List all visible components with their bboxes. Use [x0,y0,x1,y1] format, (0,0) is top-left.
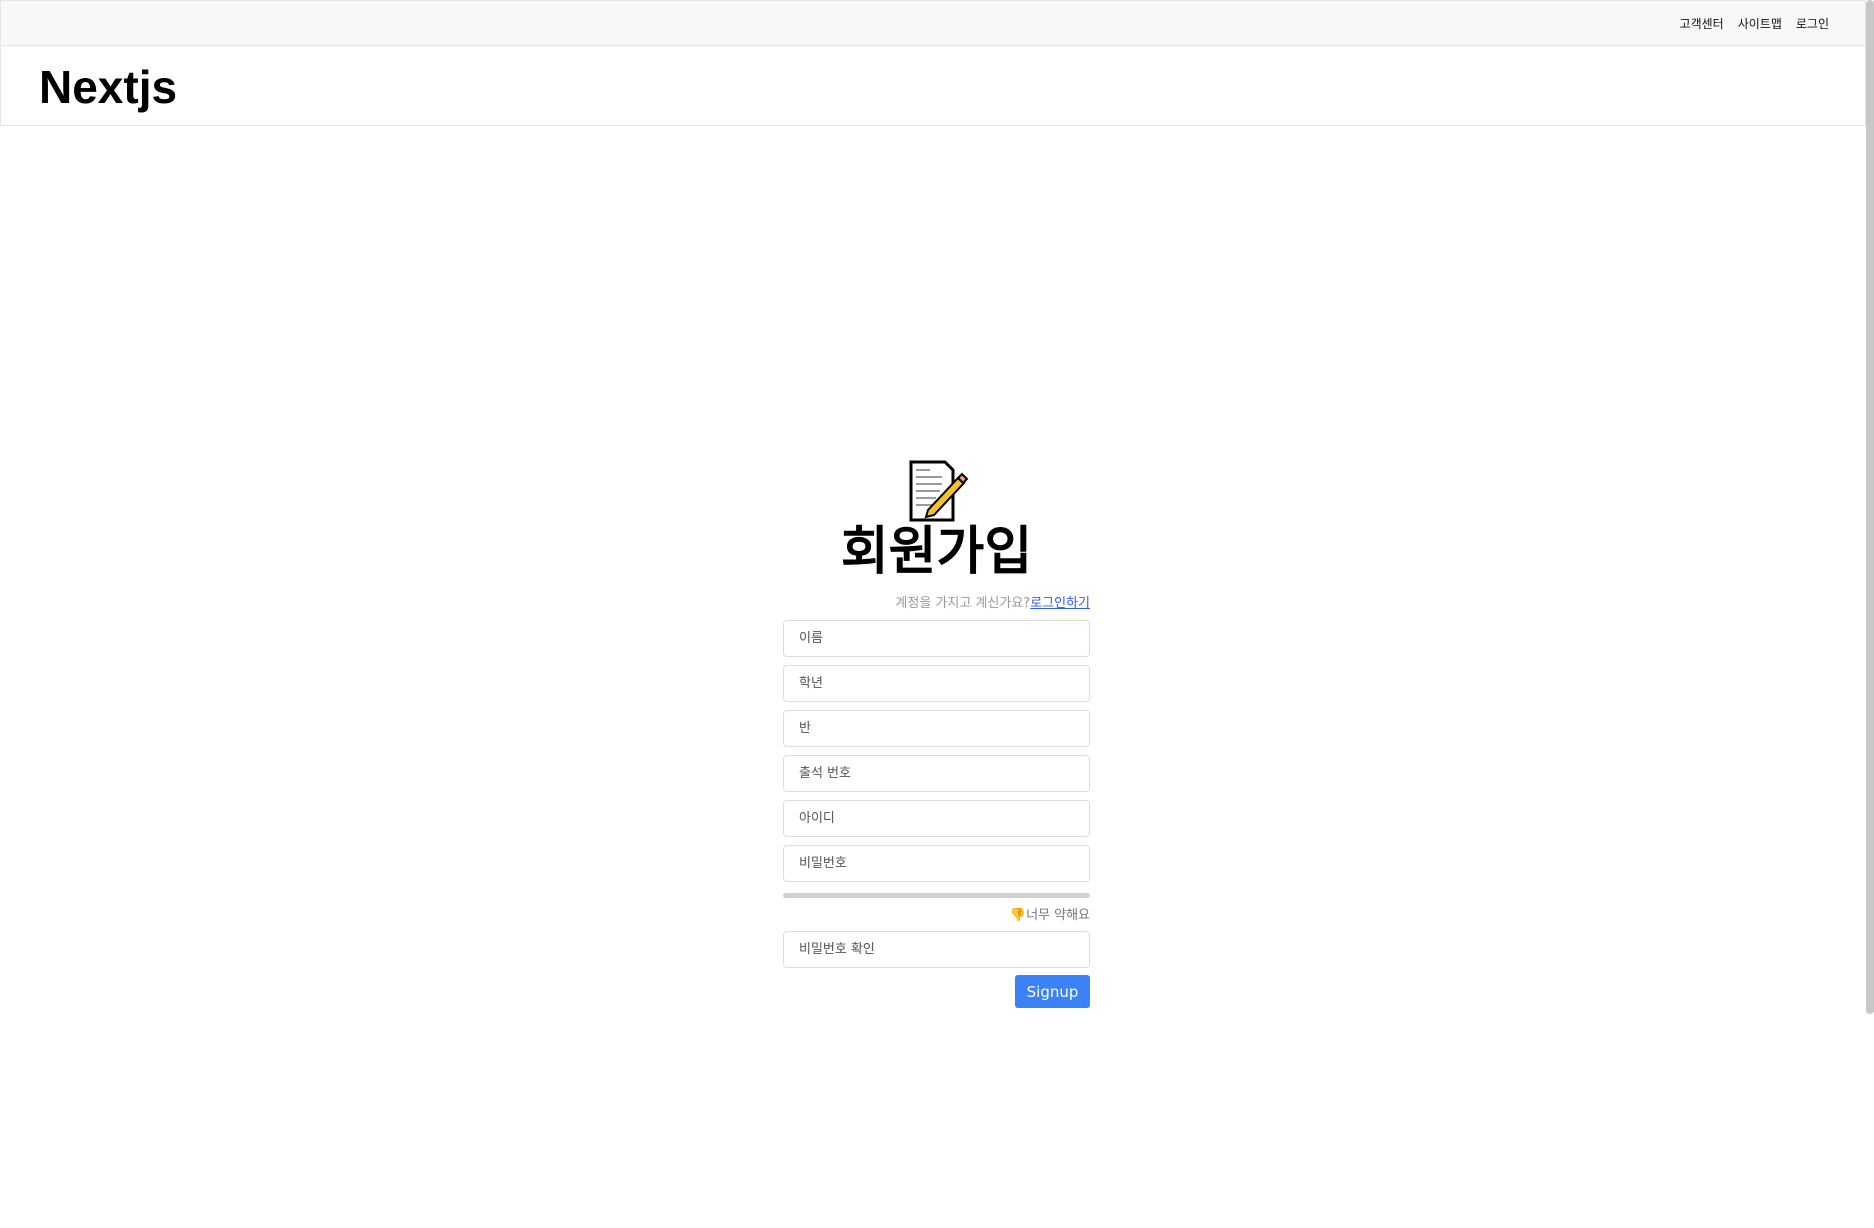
login-prompt-text: 계정을 가지고 계신가요? [895,596,1031,611]
header: Nextjs [0,46,1866,126]
signup-button[interactable]: Signup [1015,975,1090,1008]
password-strength-bar [783,893,1090,898]
login-prompt: 계정을 가지고 계신가요?로그인하기 [783,592,1090,612]
signup-form: 회원가입 계정을 가지고 계신가요?로그인하기 👎너무 약해요 Signup [783,460,1090,1008]
password-confirm-input[interactable] [783,931,1090,968]
grade-input[interactable] [783,665,1090,702]
password-strength: 👎너무 약해요 [783,904,1090,923]
login-link[interactable]: 로그인하기 [1030,596,1090,611]
nav-sitemap[interactable]: 사이트맵 [1738,15,1782,32]
logo[interactable]: Nextjs [39,60,177,114]
top-utility-bar: 고객센터 사이트맵 로그인 [0,0,1866,46]
nav-customer-center[interactable]: 고객센터 [1680,15,1724,32]
memo-pencil-icon [909,460,968,522]
id-input[interactable] [783,800,1090,837]
name-input[interactable] [783,620,1090,657]
page-title: 회원가입 [840,522,1033,582]
nav-login[interactable]: 로그인 [1796,15,1829,32]
password-strength-label: 너무 약해요 [1026,908,1090,923]
class-input[interactable] [783,710,1090,747]
thumbs-down-icon: 👎 [1009,908,1027,923]
password-input[interactable] [783,845,1090,882]
scrollbar[interactable] [1866,0,1874,1014]
student-number-input[interactable] [783,755,1090,792]
